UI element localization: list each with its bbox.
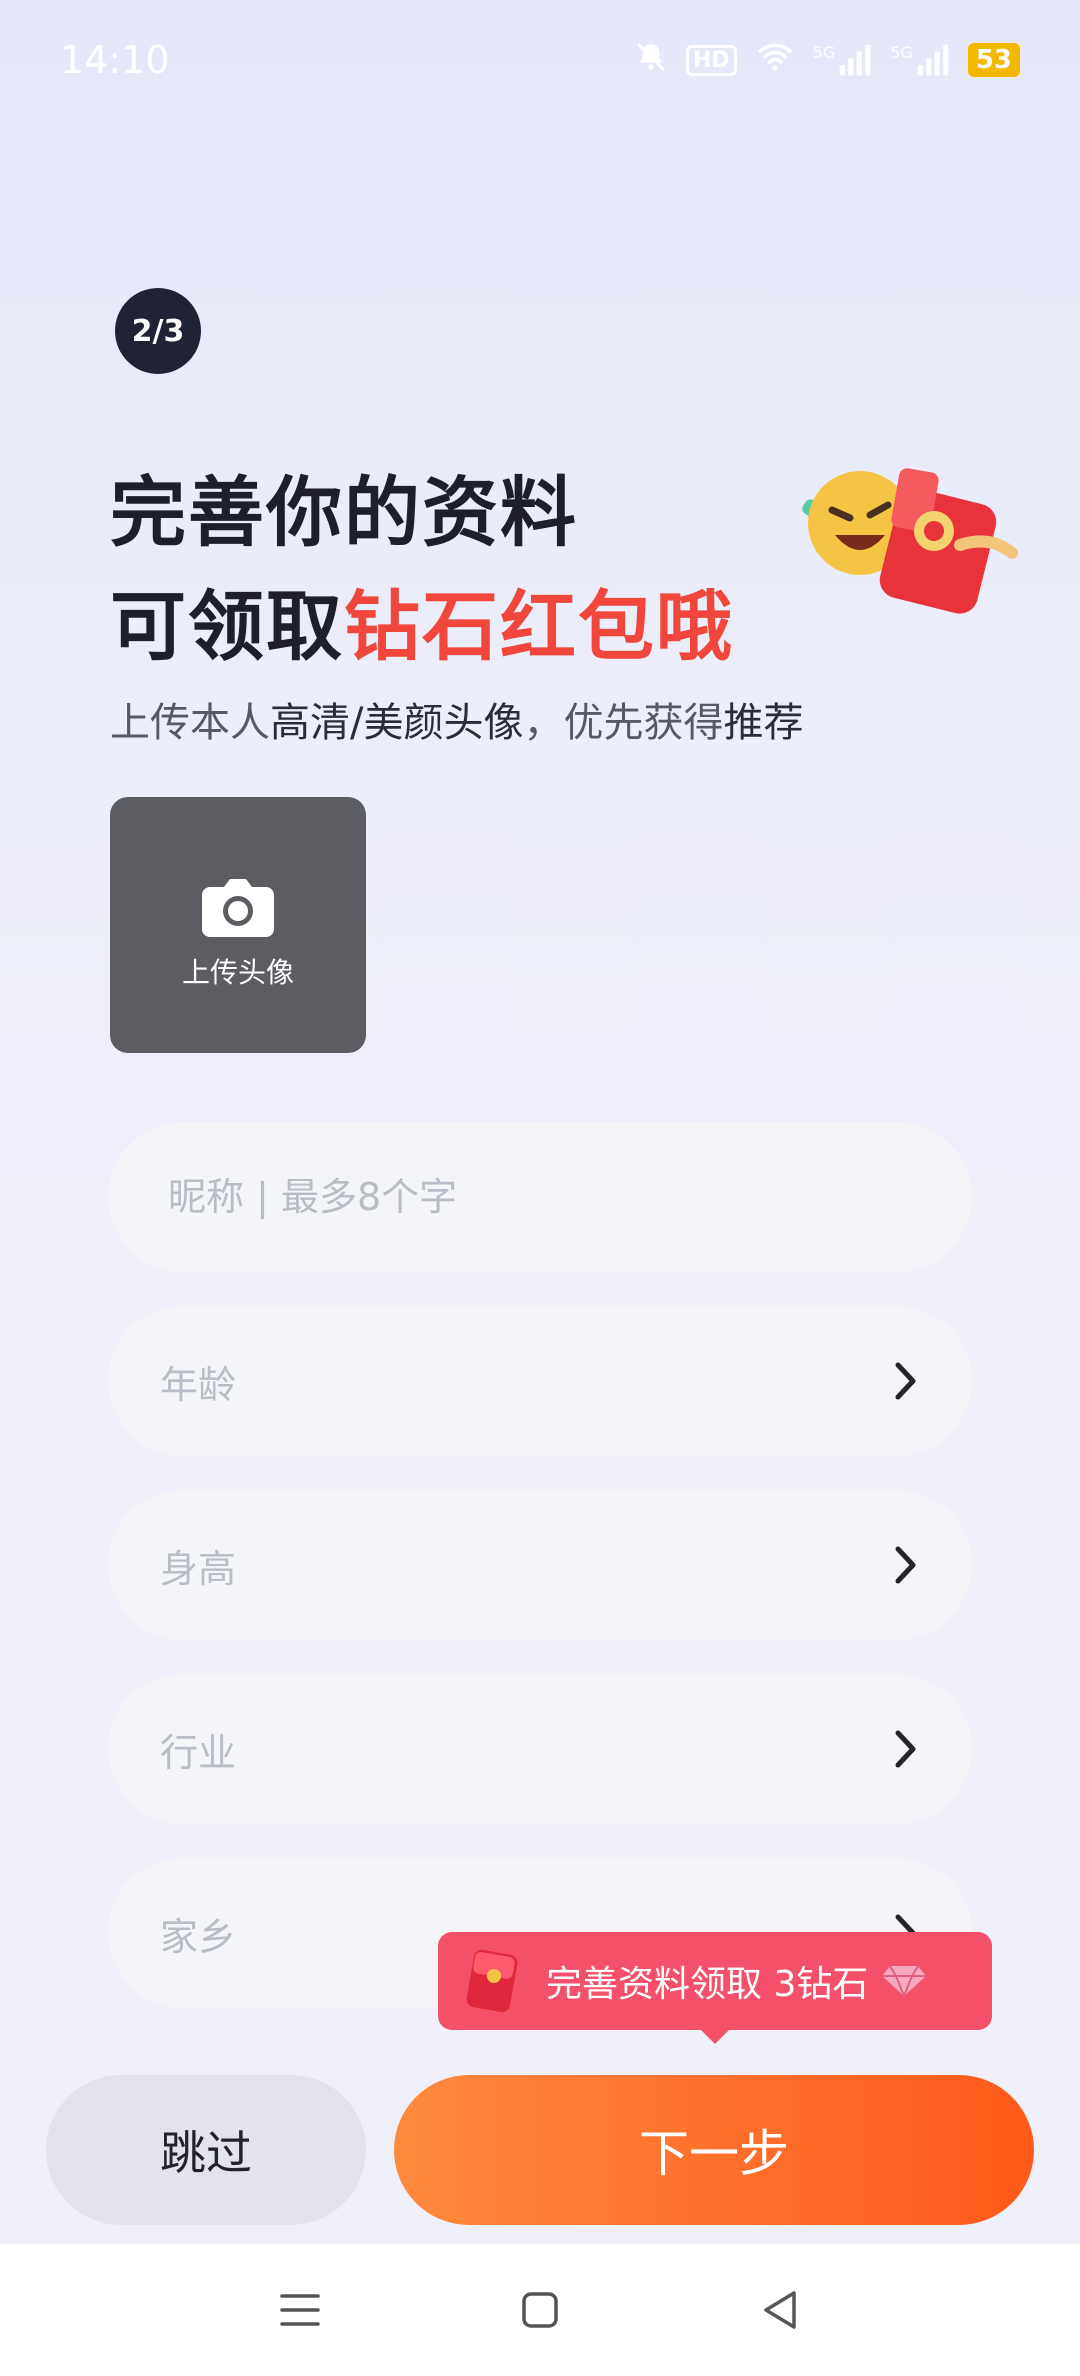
hometown-label: 家乡 — [160, 1914, 237, 1959]
chevron-right-icon — [895, 1362, 916, 1400]
height-label: 身高 — [160, 1546, 237, 1591]
age-selector[interactable]: 年龄 — [108, 1306, 972, 1456]
reward-text: 完善资料领取 3钻石 — [546, 1964, 869, 2005]
system-nav-bar — [0, 2244, 1080, 2376]
mute-bell-icon — [634, 40, 668, 81]
title-accent: 钻石红包哦 — [344, 582, 734, 671]
age-label: 年龄 — [160, 1362, 237, 1407]
industry-selector[interactable]: 行业 — [108, 1674, 972, 1824]
diamond-icon — [882, 1965, 927, 1998]
industry-label: 行业 — [160, 1730, 237, 1775]
back-triangle-icon[interactable] — [750, 2280, 810, 2340]
page-title: 完善你的资料 可领取钻石红包哦 — [110, 456, 810, 684]
subtitle: 上传本人高清/美颜头像，优先获得推荐 — [110, 700, 804, 746]
status-icons: HD 5G 5G 53 — [634, 40, 1020, 81]
step-indicator: 2/3 — [115, 288, 201, 374]
avatar-upload-label: 上传头像 — [181, 956, 294, 989]
hd-icon: HD — [685, 44, 737, 76]
signal-5g-icon-2: 5G — [890, 43, 950, 77]
reward-tooltip: 完善资料领取 3钻石 — [438, 1932, 992, 2044]
nickname-field[interactable] — [108, 1122, 972, 1272]
status-bar: 14:10 HD 5G 5G 53 — [0, 0, 1080, 120]
red-envelope-icon — [466, 1949, 518, 2013]
menu-icon[interactable] — [270, 2280, 330, 2340]
next-step-button[interactable]: 下一步 — [394, 2075, 1034, 2225]
height-selector[interactable]: 身高 — [108, 1490, 972, 1640]
mascot-red-envelope-illustration — [790, 455, 1020, 615]
camera-icon — [202, 879, 274, 937]
nickname-input[interactable] — [160, 1175, 920, 1219]
title-line-1: 完善你的资料 — [110, 468, 578, 557]
wifi-icon — [755, 41, 795, 80]
avatar-upload-button[interactable]: 上传头像 — [110, 797, 366, 1053]
signal-5g-icon: 5G — [813, 43, 873, 77]
home-square-icon[interactable] — [510, 2280, 570, 2340]
skip-button[interactable]: 跳过 — [46, 2075, 366, 2225]
status-time: 14:10 — [60, 38, 170, 82]
title-line-2: 可领取钻石红包哦 — [110, 582, 734, 671]
chevron-right-icon — [895, 1730, 916, 1768]
chevron-right-icon — [895, 1546, 916, 1584]
battery-icon: 53 — [967, 43, 1020, 77]
